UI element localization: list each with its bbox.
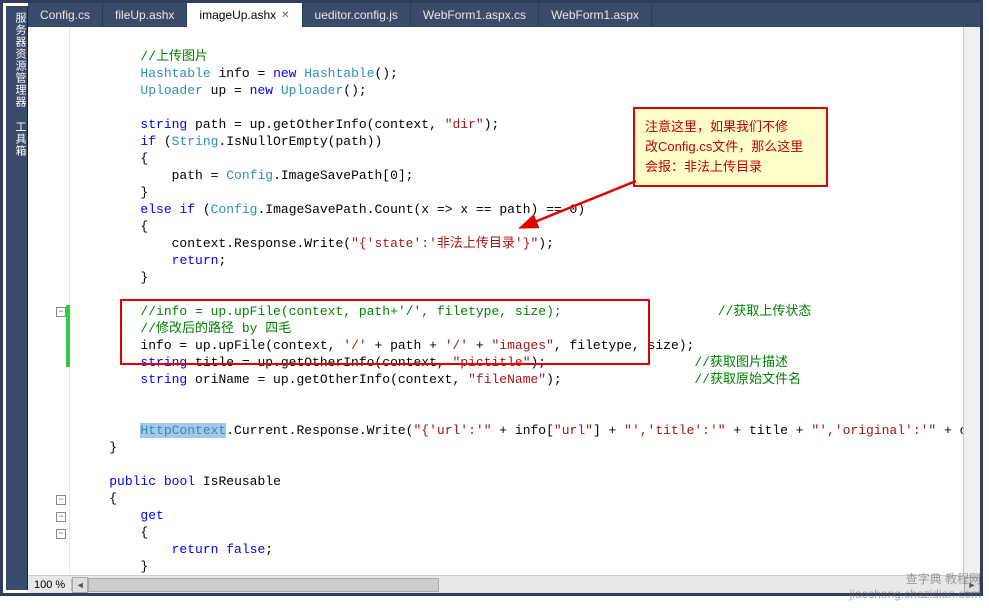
status-bar: 100 % ◄ ► bbox=[28, 575, 980, 593]
change-marker bbox=[66, 305, 70, 367]
tab-webform-cs[interactable]: WebForm1.aspx.cs bbox=[411, 3, 539, 27]
scrollbar-thumb[interactable] bbox=[88, 578, 438, 592]
tab-fileup[interactable]: fileUp.ashx bbox=[103, 3, 187, 27]
side-tool-panel[interactable]: 服务器资源管理器 工具箱 bbox=[6, 6, 28, 590]
zoom-level[interactable]: 100 % bbox=[28, 579, 72, 591]
tab-webform-aspx[interactable]: WebForm1.aspx bbox=[539, 3, 652, 27]
tab-imageup[interactable]: imageUp.ashx✕ bbox=[187, 3, 302, 27]
tab-bar: Config.cs fileUp.ashx imageUp.ashx✕ uedi… bbox=[28, 3, 980, 27]
vertical-scrollbar[interactable] bbox=[963, 27, 980, 575]
watermark: 查字典 教程网 jiaocheng.chazidian.com bbox=[850, 572, 981, 602]
tab-config-cs[interactable]: Config.cs bbox=[28, 3, 103, 27]
close-icon[interactable]: ✕ bbox=[281, 10, 289, 21]
toolbox-label: 工具箱 bbox=[13, 121, 25, 157]
code-content: //上传图片 Hashtable info = new Hashtable();… bbox=[78, 31, 962, 592]
scroll-left-icon[interactable]: ◄ bbox=[72, 577, 88, 593]
fold-icon[interactable]: − bbox=[56, 512, 66, 522]
horizontal-scrollbar[interactable] bbox=[88, 577, 964, 593]
editor-gutter: − − − − bbox=[28, 27, 70, 593]
annotation-callout: 注意这里，如果我们不修 改Config.cs文件，那么这里 会报：非法上传目录 bbox=[633, 107, 828, 187]
fold-icon[interactable]: − bbox=[56, 529, 66, 539]
server-explorer-label: 服务器资源管理器 bbox=[13, 12, 25, 108]
tab-ueditor-config[interactable]: ueditor.config.js bbox=[303, 3, 411, 27]
fold-icon[interactable]: − bbox=[56, 307, 66, 317]
code-editor[interactable]: − − − − //上传图片 Hashtable info = new Hash… bbox=[28, 27, 980, 593]
fold-icon[interactable]: − bbox=[56, 495, 66, 505]
